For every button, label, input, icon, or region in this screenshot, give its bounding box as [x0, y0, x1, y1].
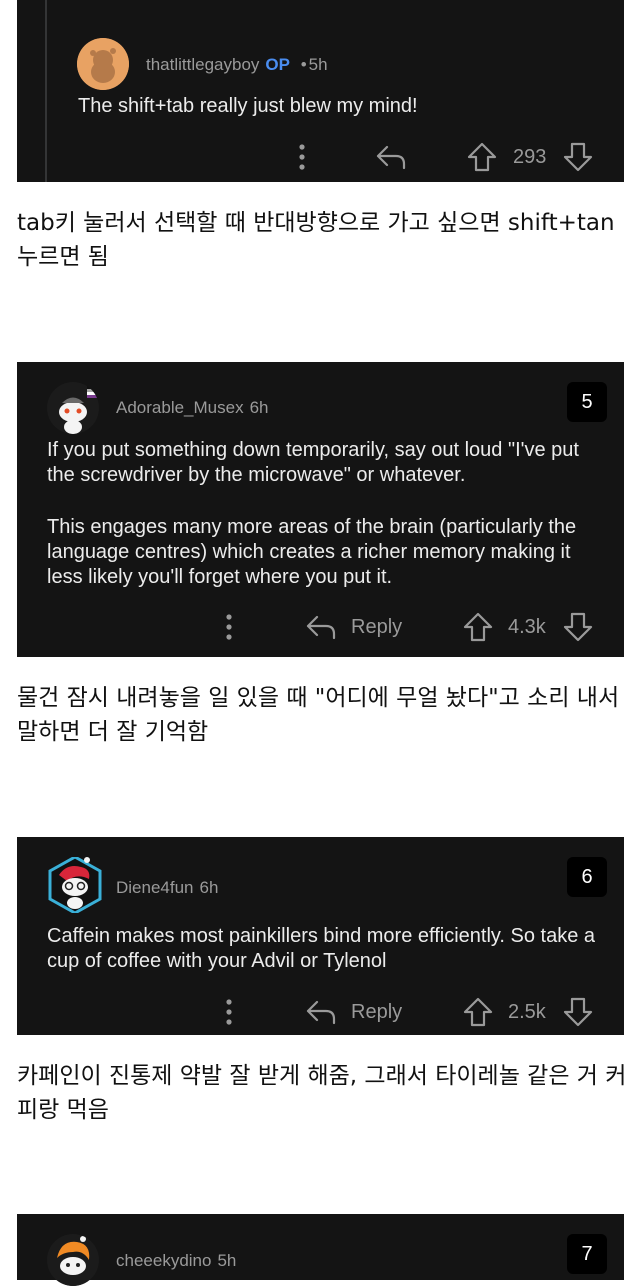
rank-badge: 6 — [567, 857, 607, 897]
reply-arrow-icon — [306, 615, 336, 640]
comment-meta: cheeekydino 5h — [116, 1251, 236, 1271]
comment-body: Caffein makes most painkillers bind more… — [47, 924, 600, 974]
comment-card: thatlittlegayboy OP • 5h The shift+tab rea… — [17, 0, 624, 182]
reply-button[interactable]: Reply — [305, 992, 402, 1032]
comment-actions: Reply 4.3k — [17, 607, 624, 647]
comment-card: Diene4fun 6h 6 Caffein makes most painkil… — [17, 837, 624, 1035]
user-avatar[interactable] — [77, 38, 129, 90]
translation-text: 카페인이 진통제 약발 잘 받게 해줌, 그래서 타이레놀 같은 거 커피랑 먹… — [17, 1063, 627, 1123]
comment-actions: 293 — [17, 137, 624, 177]
comment-paragraph: This engages many more areas of the brai… — [47, 516, 577, 588]
user-avatar[interactable] — [47, 857, 103, 913]
username[interactable]: thatlittlegayboy — [146, 55, 259, 74]
more-vertical-icon — [299, 144, 305, 170]
rank-badge: 7 — [567, 1234, 607, 1274]
comment-paragraph: If you put something down temporarily, s… — [47, 439, 579, 486]
comment-card: Adorable_Musex 6h 5 If you put something … — [17, 362, 624, 657]
user-avatar[interactable] — [47, 1234, 99, 1286]
reply-arrow-icon — [376, 145, 406, 170]
downvote-button[interactable] — [563, 607, 593, 647]
reply-button[interactable]: Reply — [305, 607, 402, 647]
comment-text: The shift+tab really just blew my mind! — [78, 95, 418, 117]
more-vertical-icon — [226, 999, 232, 1025]
op-badge: OP — [265, 55, 290, 74]
downvote-icon — [563, 142, 593, 172]
timestamp: 5h — [308, 55, 328, 74]
snoo-avatar-icon — [47, 1234, 99, 1286]
more-options-button[interactable] — [219, 607, 239, 647]
comment-meta: thatlittlegayboy OP • 5h — [146, 55, 328, 75]
comment-actions: Reply 2.5k — [17, 992, 624, 1032]
reply-button[interactable] — [375, 137, 407, 177]
downvote-button[interactable] — [563, 137, 593, 177]
more-options-button[interactable] — [292, 137, 312, 177]
snoo-avatar-icon — [48, 857, 102, 913]
vote-score: 4.3k — [508, 615, 546, 638]
comment-meta: Adorable_Musex 6h — [116, 398, 269, 418]
translation-text: 물건 잠시 내려놓을 일 있을 때 "어디에 무얼 놨다"고 소리 내서 말하면… — [17, 685, 620, 745]
upvote-icon — [463, 612, 493, 642]
vote-score: 293 — [513, 145, 547, 168]
comment-body: The shift+tab really just blew my mind! — [78, 94, 600, 119]
separator-dot: • — [300, 55, 307, 74]
username[interactable]: Diene4fun — [116, 878, 194, 897]
comment-text: Caffein makes most painkillers bind more… — [47, 925, 596, 972]
rank-badge: 5 — [567, 382, 607, 422]
downvote-icon — [563, 612, 593, 642]
username[interactable]: Adorable_Musex — [116, 398, 244, 417]
translation-text: tab키 눌러서 선택할 때 반대방향으로 가고 싶으면 shift+tan 누… — [17, 210, 615, 270]
comment-meta: Diene4fun 6h — [116, 878, 218, 898]
snoo-avatar-icon — [77, 38, 129, 90]
timestamp: 6h — [199, 878, 219, 897]
reply-label: Reply — [351, 1000, 403, 1023]
upvote-button[interactable] — [463, 607, 493, 647]
reply-label: Reply — [351, 615, 403, 638]
comment-body: If you put something down temporarily, s… — [47, 438, 600, 590]
vote-score: 2.5k — [508, 1000, 546, 1023]
username[interactable]: cheeekydino — [116, 1251, 211, 1270]
snoo-avatar-icon — [47, 382, 99, 434]
downvote-button[interactable] — [563, 992, 593, 1032]
reply-arrow-icon — [306, 1000, 336, 1025]
user-avatar[interactable] — [47, 382, 99, 434]
comment-card: cheeekydino 5h 7 — [17, 1214, 624, 1286]
more-options-button[interactable] — [219, 992, 239, 1032]
upvote-button[interactable] — [463, 992, 493, 1032]
more-vertical-icon — [226, 614, 232, 640]
upvote-button[interactable] — [467, 137, 497, 177]
timestamp: 6h — [249, 398, 269, 417]
timestamp: 5h — [217, 1251, 237, 1270]
upvote-icon — [463, 997, 493, 1027]
downvote-icon — [563, 997, 593, 1027]
upvote-icon — [467, 142, 497, 172]
